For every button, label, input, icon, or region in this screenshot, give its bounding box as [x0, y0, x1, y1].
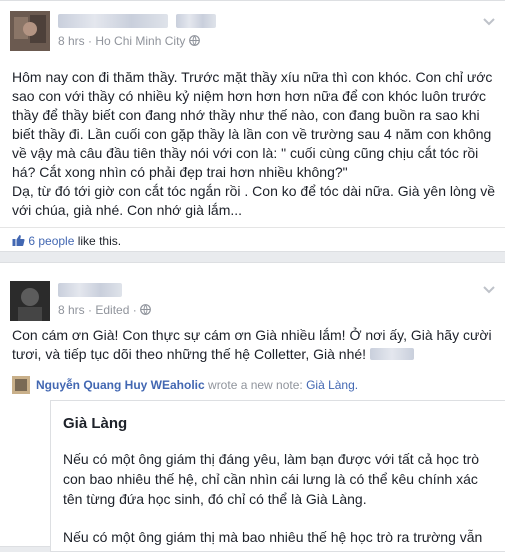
shared-note-header: Nguyễn Quang Huy WEaholic wrote a new no… [36, 378, 358, 392]
post-text-line: Con cám ơn Già! Con thực sự cám ơn Già n… [12, 327, 492, 343]
post-text-line: thầy để thầy biết con đang nhớ thầy như … [12, 107, 480, 123]
shared-author-name[interactable]: Nguyễn Quang Huy WEaholic [36, 378, 205, 392]
tagged-friend[interactable] [369, 348, 414, 360]
post-time[interactable]: 8 hrs [58, 34, 85, 48]
post-meta: 8 hrs · Edited · [58, 303, 151, 317]
chevron-down-icon[interactable] [483, 281, 495, 297]
avatar-image [10, 11, 50, 51]
note-paragraph: Nếu có một ông giám thị mà bao nhiêu thế… [63, 527, 493, 547]
avatar[interactable] [10, 281, 50, 321]
globe-icon [140, 303, 151, 317]
post-text-line: Dạ, từ đó tới giờ con cắt tóc ngắn rồi .… [12, 183, 496, 199]
post-text-line: sao con với thầy có nhiều kỷ niệm hơn hơ… [12, 88, 487, 104]
post-location[interactable]: Ho Chi Minh City [95, 34, 185, 48]
note-card[interactable]: Già Làng Nếu có một ông giám thị đáng yê… [50, 400, 505, 552]
post-text: Hôm nay con đi thăm thầy. Trước mặt thầy… [12, 68, 497, 220]
avatar-image [10, 281, 50, 321]
likes-suffix: like this. [74, 234, 122, 248]
post-card: 8 hrs · Edited · Con cám ơn Già! Con thự… [0, 262, 505, 552]
divider [0, 227, 505, 228]
note-line: Nếu có một ông giám thị đáng yêu, làm bạ… [63, 451, 480, 467]
post-meta: 8 hrs · Ho Chi Minh City [58, 34, 200, 48]
meta-separator: · [132, 303, 141, 317]
likes-summary: 6 people like this. [12, 234, 121, 248]
post-text-line: Hôm nay con đi thăm thầy. Trước mặt thầy… [12, 69, 493, 85]
post-text-line: tươi, và tiếp tục dõi theo những thế hệ … [12, 345, 497, 364]
avatar-image [12, 376, 30, 394]
note-paragraph: Nếu có một ông giám thị đáng yêu, làm bạ… [63, 449, 493, 509]
note-line: con bao nhiêu thế hệ, chỉ cần nhìn cái l… [63, 471, 478, 487]
post-text-line: về vậy mà câu đầu tiên thầy nói với con … [12, 145, 479, 161]
post-text: Con cám ơn Già! Con thực sự cám ơn Già n… [12, 326, 497, 364]
shared-note-link[interactable]: Già Làng. [306, 378, 358, 392]
post-card: 8 hrs · Ho Chi Minh City Hôm nay con đi … [0, 0, 505, 252]
like-thumb-icon [12, 234, 28, 248]
shared-author-avatar[interactable] [12, 376, 30, 394]
tagged-name[interactable] [176, 14, 216, 28]
avatar[interactable] [10, 11, 50, 51]
post-text-line: với chúa, già nhé. Con nhớ già lắm... [12, 202, 243, 218]
author-name[interactable] [58, 14, 168, 28]
note-line: tên từng đứa học sinh, đó chỉ có thể là … [63, 491, 367, 507]
note-line: Nếu có một ông giám thị mà bao nhiêu thế… [63, 529, 483, 545]
globe-icon [188, 34, 200, 48]
post-edited[interactable]: Edited [95, 303, 129, 317]
likes-count-link[interactable]: 6 people [28, 234, 74, 248]
chevron-down-icon[interactable] [483, 13, 495, 29]
note-title[interactable]: Già Làng [63, 415, 127, 432]
post-text-line: há? Cắt xong nhìn có phải đẹp trai hơn n… [12, 164, 348, 180]
post-time[interactable]: 8 hrs [58, 303, 85, 317]
post-text-line: biết thầy đi. Lần cuối con gặp thầy là l… [12, 126, 492, 142]
author-name[interactable] [58, 283, 122, 297]
shared-action: wrote a new note: [204, 378, 307, 392]
